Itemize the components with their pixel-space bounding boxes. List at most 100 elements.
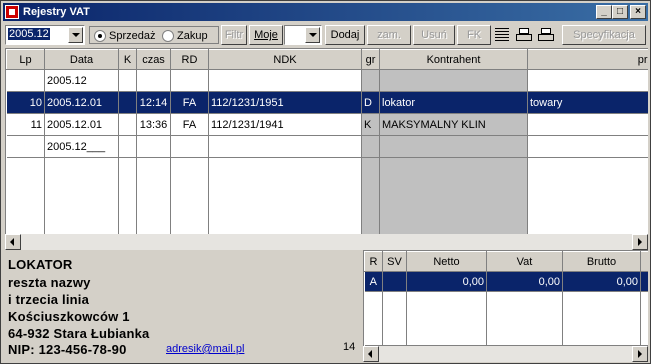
cell-gr[interactable] [361, 135, 380, 158]
cell-data[interactable]: 2005.12 [44, 69, 119, 92]
register-type-group: Sprzedaż Zakup [89, 26, 219, 44]
vat-horizontal-scrollbar[interactable] [363, 346, 648, 362]
grid-horizontal-scrollbar[interactable] [5, 234, 648, 250]
cell-ndk[interactable] [208, 69, 362, 92]
usun-button[interactable]: Usuń [413, 25, 455, 45]
col-header-czas[interactable]: czas [136, 49, 171, 70]
vat-row-selected[interactable]: A 0,00 0,00 0,00 [364, 271, 648, 292]
contractor-name: LOKATOR [8, 257, 73, 272]
cell-czas[interactable]: 12:14 [136, 91, 171, 114]
specyfikacja-button[interactable]: Specyfikacja [562, 25, 646, 45]
vat-cell-sv[interactable] [382, 271, 407, 292]
cell-kontrahent[interactable] [379, 69, 528, 92]
vat-cell-vat[interactable]: 0,00 [486, 271, 563, 292]
cell-czas[interactable]: 13:36 [136, 113, 171, 136]
cell-przedmiot[interactable] [527, 69, 648, 92]
col-header-gr[interactable]: gr [361, 49, 380, 70]
col-header-ndk[interactable]: NDK [208, 49, 362, 70]
cell-przedmiot[interactable]: towary [527, 91, 648, 114]
vat-col-vat[interactable]: Vat [486, 251, 563, 272]
list-view-button[interactable] [491, 25, 513, 45]
radio-zakup[interactable]: Zakup [162, 30, 208, 42]
col-header-k[interactable]: K [118, 49, 137, 70]
vat-col-brutto[interactable]: Brutto [562, 251, 641, 272]
cell-gr[interactable] [361, 69, 380, 92]
vat-cell-brutto[interactable]: 0,00 [562, 271, 641, 292]
vat-cell-netto[interactable]: 0,00 [406, 271, 487, 292]
cell-k[interactable] [118, 91, 137, 114]
cell-k[interactable] [118, 113, 137, 136]
cell-k[interactable] [118, 135, 137, 158]
cell-kontrahent[interactable] [379, 135, 528, 158]
vat-col-r[interactable]: R [364, 251, 383, 272]
cell-rd[interactable]: FA [170, 91, 209, 114]
scroll-left-arrow-icon[interactable] [5, 234, 21, 250]
cell-ndk[interactable] [208, 135, 362, 158]
cell-ndk[interactable]: 112/1231/1951 [208, 91, 362, 114]
fk-button[interactable]: FK [457, 25, 491, 45]
window-controls: _ □ × [596, 5, 646, 19]
scroll-right-arrow-icon[interactable] [632, 346, 648, 362]
cell-lp[interactable]: 10 [6, 91, 45, 114]
cell-ndk[interactable]: 112/1231/1941 [208, 113, 362, 136]
cell-lp[interactable]: 11 [6, 113, 45, 136]
cell-kontrahent[interactable]: lokator [379, 91, 528, 114]
cell-rd[interactable]: FA [170, 113, 209, 136]
cell-k[interactable] [118, 69, 137, 92]
cell-gr[interactable]: K [361, 113, 380, 136]
maximize-button[interactable]: □ [612, 5, 628, 19]
contractor-line2: reszta nazwy [8, 275, 91, 290]
col-header-lp[interactable]: Lp [6, 49, 45, 70]
print-preview-button[interactable] [535, 25, 557, 45]
cell-przedmiot[interactable] [527, 135, 648, 158]
contractor-city: 64-932 Stara Łubianka [8, 326, 150, 341]
cell-data[interactable]: 2005.12.01 [44, 113, 119, 136]
vat-col-netto[interactable]: Netto [406, 251, 487, 272]
scroll-left-arrow-icon[interactable] [363, 346, 379, 362]
moje-button[interactable]: Moje [249, 25, 283, 45]
cell-lp[interactable] [6, 69, 45, 92]
cell-data[interactable]: 2005.12___ [44, 135, 119, 158]
filtr-button[interactable]: Filtr [221, 25, 247, 45]
period-select[interactable]: 2005.12 [5, 25, 85, 45]
cell-przedmiot[interactable] [527, 113, 648, 136]
col-header-rd[interactable]: RD [170, 49, 209, 70]
table-row-selected[interactable]: 10 2005.12.01 12:14 FA 112/1231/1951 D l… [6, 91, 648, 114]
list-lines-icon [495, 28, 509, 42]
app-icon [5, 5, 19, 19]
table-row[interactable]: 11 2005.12.01 13:36 FA 112/1231/1941 K M… [6, 113, 648, 136]
chevron-down-icon[interactable] [68, 27, 83, 43]
close-button[interactable]: × [630, 5, 646, 19]
vat-cell-r[interactable]: A [364, 271, 383, 292]
contractor-email-link[interactable]: adresik@mail.pl [166, 343, 244, 355]
table-row[interactable]: 2005.12 [6, 69, 648, 92]
cell-gr[interactable]: D [361, 91, 380, 114]
chevron-down-icon[interactable] [305, 27, 320, 43]
printer-icon [516, 28, 532, 42]
print-button[interactable] [513, 25, 535, 45]
cell-lp[interactable] [6, 135, 45, 158]
window-title: Rejestry VAT [23, 6, 90, 18]
cell-kontrahent[interactable]: MAKSYMALNY KLIN [379, 113, 528, 136]
minimize-button[interactable]: _ [596, 5, 612, 19]
invoice-register-table: Lp Data K czas RD NDK gr Kontrahent prze… [5, 48, 648, 234]
cell-rd[interactable] [170, 69, 209, 92]
period-value: 2005.12 [8, 28, 50, 40]
cell-czas[interactable] [136, 135, 171, 158]
dodaj-button[interactable]: Dodaj [325, 25, 365, 45]
vat-col-sv[interactable]: SV [382, 251, 407, 272]
col-header-przedmiot[interactable]: przedmiot [527, 49, 648, 70]
cell-data[interactable]: 2005.12.01 [44, 91, 119, 114]
table-row-new[interactable]: 2005.12___ [6, 135, 648, 158]
moje-label: Moje [254, 29, 278, 41]
radio-sprzedaz[interactable]: Sprzedaż [94, 30, 155, 42]
scroll-right-arrow-icon[interactable] [632, 234, 648, 250]
cell-czas[interactable] [136, 69, 171, 92]
col-header-kontrahent[interactable]: Kontrahent [379, 49, 528, 70]
vat-header-row: R SV Netto Vat Brutto [364, 251, 648, 272]
cell-rd[interactable] [170, 135, 209, 158]
col-header-data[interactable]: Data [44, 49, 119, 70]
moje-select[interactable] [284, 25, 322, 45]
zam-button[interactable]: zam. [367, 25, 411, 45]
title-bar: Rejestry VAT _ □ × [3, 3, 648, 21]
